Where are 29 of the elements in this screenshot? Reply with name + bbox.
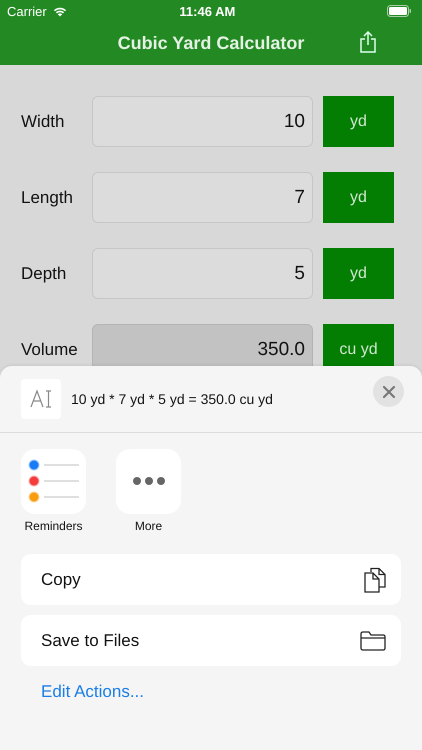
close-icon [382,384,396,398]
share-icon[interactable] [359,31,377,53]
nav-title: Cubic Yard Calculator [118,33,304,54]
unit-button[interactable]: yd [323,172,394,223]
unit-button[interactable]: yd [323,248,394,299]
app-label: Reminders [24,519,83,533]
edit-actions-link[interactable]: Edit Actions... [41,682,144,702]
text-icon [21,379,61,419]
input-field[interactable]: 5 [92,248,313,299]
more-icon[interactable] [116,449,181,514]
wifi-icon [52,5,68,17]
field-label: Volume [21,340,79,360]
folder-icon [360,630,386,650]
input-field[interactable]: 10 [92,96,313,147]
copy-button[interactable]: Copy [21,554,401,605]
status-time: 11:46 AM [178,4,236,18]
unit-button[interactable]: yd [323,96,394,147]
field-label: Length [21,188,74,208]
app-label: More [134,519,162,533]
field-label: Width [21,112,66,132]
input-field[interactable]: 7 [92,172,313,223]
reminders-icon[interactable] [21,449,86,514]
preview-text: 10 yd * 7 yd * 5 yd = 350.0 cu yd [71,391,274,407]
save-to-files-button[interactable]: Save to Files [21,615,401,666]
battery-icon [387,5,412,17]
field-label: Depth [21,264,68,284]
close-button[interactable] [373,376,404,407]
carrier-label: Carrier [7,4,47,18]
documents-icon [364,566,386,592]
